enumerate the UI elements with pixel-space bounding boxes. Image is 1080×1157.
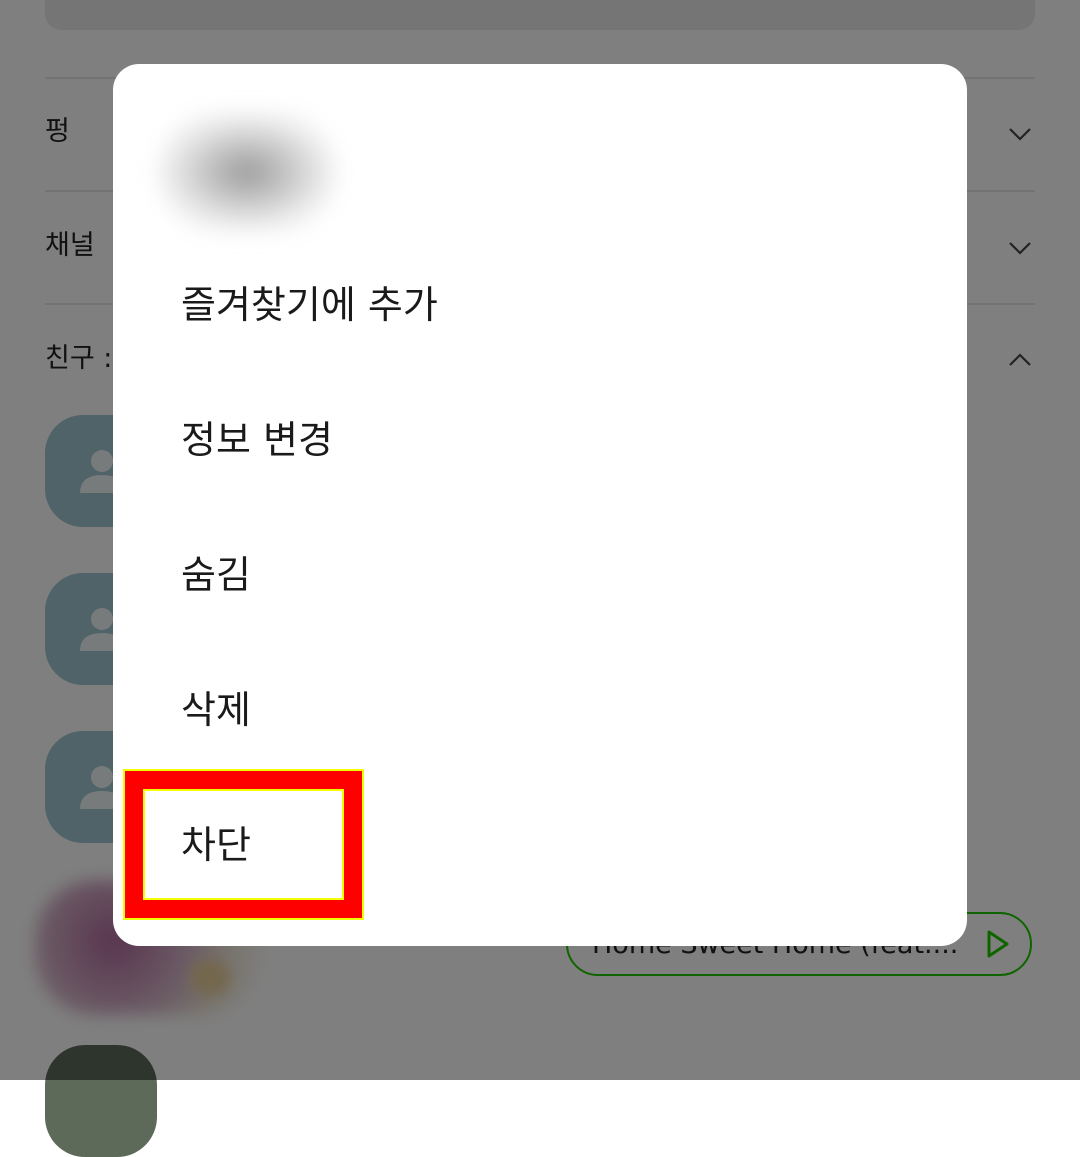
- menu-item-edit-info[interactable]: 정보 변경: [181, 421, 333, 459]
- menu-item-hide[interactable]: 숨김: [181, 556, 251, 594]
- highlight-frame: [125, 771, 362, 918]
- highlight-box: [123, 769, 364, 920]
- blurred-friend-name: [157, 112, 337, 232]
- menu-item-add-favorite[interactable]: 즐겨찾기에 추가: [181, 286, 438, 324]
- menu-item-delete[interactable]: 삭제: [181, 691, 251, 729]
